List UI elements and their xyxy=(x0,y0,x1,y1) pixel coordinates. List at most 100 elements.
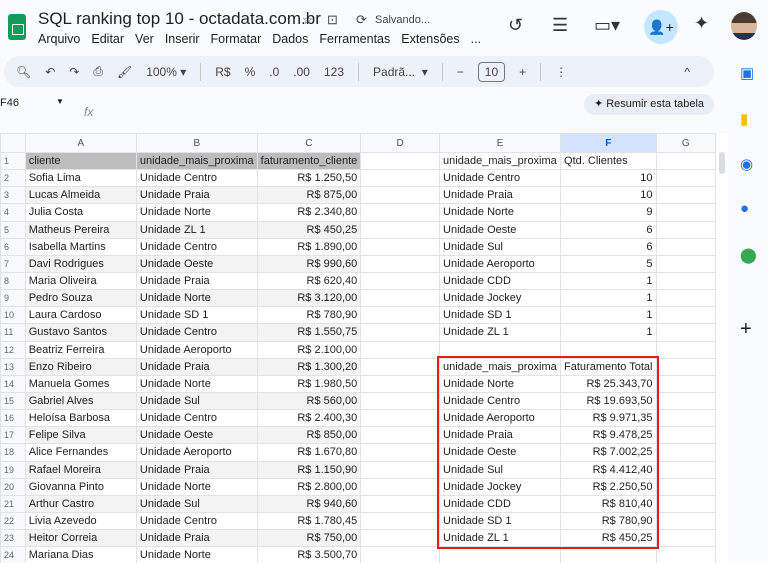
cell-G8[interactable] xyxy=(655,271,716,291)
row-header[interactable]: 9 xyxy=(0,289,26,308)
row-header[interactable]: 20 xyxy=(0,477,26,496)
cell-C11[interactable]: R$ 1.550,75 xyxy=(256,323,362,342)
undo-icon[interactable]: ↶ xyxy=(45,65,55,79)
cell-A22[interactable]: Livia Azevedo xyxy=(24,511,137,531)
cell-F4[interactable]: 9 xyxy=(560,203,657,222)
cell-A10[interactable]: Laura Cardoso xyxy=(24,306,137,325)
menu-inserir[interactable]: Inserir xyxy=(165,32,200,46)
cell-F2[interactable]: 10 xyxy=(560,169,657,188)
cell-B11[interactable]: Unidade Centro xyxy=(135,323,258,342)
cell-B22[interactable]: Unidade Centro xyxy=(135,511,258,531)
cell-F1[interactable]: Qtd. Clientes xyxy=(560,151,657,171)
font-select[interactable]: Padrã... ▾ xyxy=(373,65,428,79)
menu-extensoes[interactable]: Extensões xyxy=(401,32,459,46)
cell-A21[interactable]: Arthur Castro xyxy=(24,494,137,513)
menu-ferramentas[interactable]: Ferramentas xyxy=(319,32,390,46)
cell-E24[interactable] xyxy=(439,546,562,563)
vertical-scrollbar[interactable] xyxy=(716,133,728,563)
cell-F6[interactable]: 6 xyxy=(560,237,657,256)
cell-A19[interactable]: Rafael Moreira xyxy=(24,460,137,479)
row-header[interactable]: 17 xyxy=(0,426,26,445)
cell-D7[interactable] xyxy=(360,254,441,273)
cell-B17[interactable]: Unidade Oeste xyxy=(135,426,258,445)
cell-C4[interactable]: R$ 2.340,80 xyxy=(256,203,362,222)
name-box[interactable]: F46 xyxy=(0,97,19,109)
cell-B23[interactable]: Unidade Praia xyxy=(135,529,258,548)
cell-F5[interactable]: 6 xyxy=(560,220,657,239)
more-options-icon[interactable]: ⋮ xyxy=(555,65,567,79)
cell-E9[interactable]: Unidade Jockey xyxy=(439,289,562,308)
cell-B14[interactable]: Unidade Norte xyxy=(135,374,258,393)
cell-C23[interactable]: R$ 750,00 xyxy=(256,529,362,548)
cell-C5[interactable]: R$ 450,25 xyxy=(256,220,362,239)
cell-B18[interactable]: Unidade Aeroporto xyxy=(135,443,258,462)
cell-C3[interactable]: R$ 875,00 xyxy=(256,186,362,205)
more-formats-button[interactable]: 123 xyxy=(324,65,344,79)
cell-B6[interactable]: Unidade Centro xyxy=(135,237,258,256)
star-icon[interactable]: ☆ xyxy=(302,12,314,28)
cell-F9[interactable]: 1 xyxy=(560,289,657,308)
cell-E10[interactable]: Unidade SD 1 xyxy=(439,306,562,325)
row-header[interactable]: 1 xyxy=(0,151,26,171)
cell-A2[interactable]: Sofia Lima xyxy=(24,169,137,188)
menu-editar[interactable]: Editar xyxy=(91,32,124,46)
cell-B4[interactable]: Unidade Norte xyxy=(135,203,258,222)
contacts-icon[interactable]: ● xyxy=(740,200,749,217)
cell-G16[interactable] xyxy=(655,409,716,428)
cell-B5[interactable]: Unidade ZL 1 xyxy=(135,220,258,239)
row-header[interactable]: 2 xyxy=(0,169,26,188)
cell-D16[interactable] xyxy=(360,409,441,428)
cell-C9[interactable]: R$ 3.120,00 xyxy=(256,289,362,308)
cell-G22[interactable] xyxy=(655,511,716,531)
row-header[interactable]: 18 xyxy=(0,443,26,462)
row-header[interactable]: 16 xyxy=(0,409,26,428)
menu-ver[interactable]: Ver xyxy=(135,32,154,46)
column-header-E[interactable]: E xyxy=(439,133,562,153)
cell-E11[interactable]: Unidade ZL 1 xyxy=(439,323,562,342)
cell-C8[interactable]: R$ 620,40 xyxy=(256,271,362,291)
row-header[interactable]: 11 xyxy=(0,323,26,342)
row-header[interactable]: 24 xyxy=(0,546,26,563)
cell-G24[interactable] xyxy=(655,546,716,563)
row-header[interactable]: 6 xyxy=(0,237,26,256)
tasks-icon[interactable]: ◉ xyxy=(740,155,753,173)
history-icon[interactable]: ↺ xyxy=(508,15,523,36)
cell-B9[interactable]: Unidade Norte xyxy=(135,289,258,308)
cell-D11[interactable] xyxy=(360,323,441,342)
cell-A13[interactable]: Enzo Ribeiro xyxy=(24,357,137,376)
cell-C12[interactable]: R$ 2.100,00 xyxy=(256,340,362,359)
cell-C21[interactable]: R$ 940,60 xyxy=(256,494,362,513)
menu-arquivo[interactable]: Arquivo xyxy=(38,32,80,46)
cell-E3[interactable]: Unidade Praia xyxy=(439,186,562,205)
font-size-input[interactable]: 10 xyxy=(477,61,506,82)
cell-A18[interactable]: Alice Fernandes xyxy=(24,443,137,462)
menu-more[interactable]: ... xyxy=(471,32,481,46)
row-header[interactable]: 21 xyxy=(0,494,26,513)
row-header[interactable]: 22 xyxy=(0,511,26,531)
column-header-F[interactable]: F xyxy=(560,133,657,153)
cell-E7[interactable]: Unidade Aeroporto xyxy=(439,254,562,273)
cell-G10[interactable] xyxy=(655,306,716,325)
cell-G11[interactable] xyxy=(655,323,716,342)
move-folder-icon[interactable]: ⊡ xyxy=(327,12,338,28)
cell-G9[interactable] xyxy=(655,289,716,308)
cell-C15[interactable]: R$ 560,00 xyxy=(256,391,362,411)
row-header[interactable]: 3 xyxy=(0,186,26,205)
cell-C7[interactable]: R$ 990,60 xyxy=(256,254,362,273)
cell-D17[interactable] xyxy=(360,426,441,445)
cell-D4[interactable] xyxy=(360,203,441,222)
cell-B1[interactable]: unidade_mais_proxima xyxy=(135,151,258,171)
cell-G15[interactable] xyxy=(655,391,716,411)
column-header-B[interactable]: B xyxy=(135,133,258,153)
redo-icon[interactable]: ↷ xyxy=(69,65,79,79)
share-button[interactable]: 👤+ xyxy=(644,10,678,44)
meet-icon[interactable]: ▭▾ xyxy=(594,15,620,36)
cell-D8[interactable] xyxy=(360,271,441,291)
cell-C1[interactable]: faturamento_cliente xyxy=(256,151,362,171)
cell-G18[interactable] xyxy=(655,443,716,462)
collapse-toolbar-icon[interactable]: ^ xyxy=(684,65,690,79)
cell-D21[interactable] xyxy=(360,494,441,513)
cell-G5[interactable] xyxy=(655,220,716,239)
column-header-D[interactable]: D xyxy=(360,133,441,153)
cell-D13[interactable] xyxy=(360,357,441,376)
